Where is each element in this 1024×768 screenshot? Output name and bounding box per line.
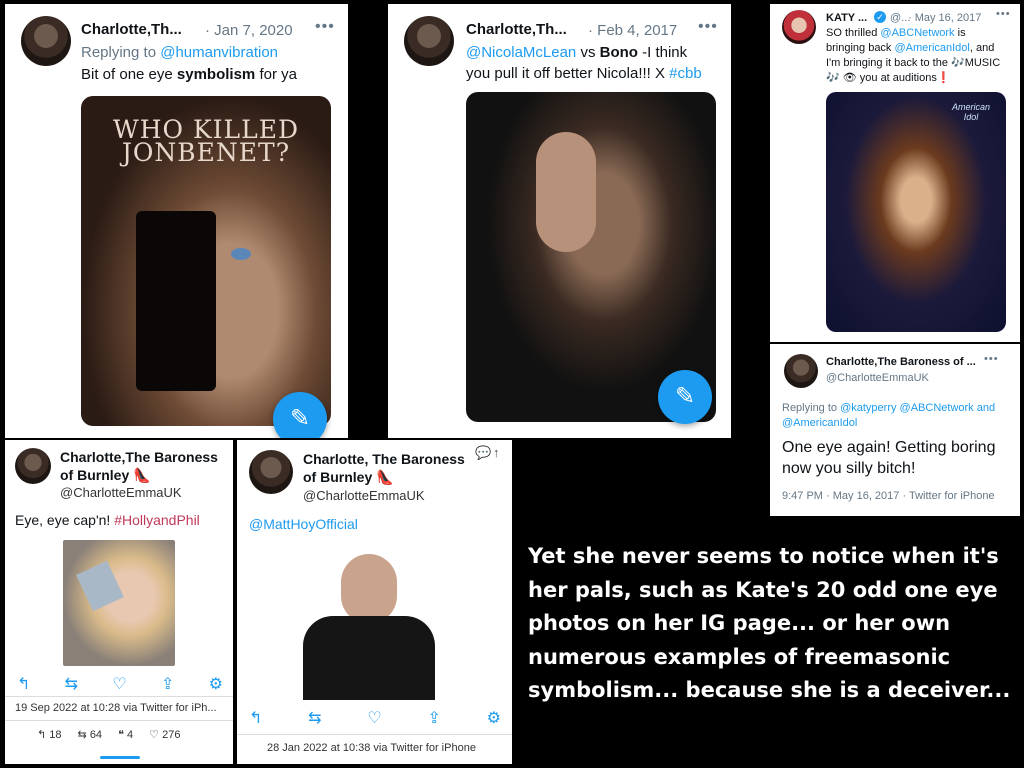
tweet-card-1[interactable]: Charlotte,Th... · Jan 7, 2020 ••• Replyi… [5,4,348,438]
retweet-icon[interactable]: ⇆ [65,674,78,694]
tweet-text: SO thrilled @ABCNetwork is bringing back… [826,27,1001,84]
more-icon[interactable]: ••• [698,18,718,36]
meta-divider [5,696,233,697]
tweet-card-6[interactable]: Charlotte, The Baroness of Burnley 👠 💬 ↑ … [237,440,512,764]
quotes-count[interactable]: ❝ 4 [118,728,133,741]
retweet-icon[interactable]: ⇆ [308,708,321,728]
stats-divider [5,720,233,721]
mention-link[interactable]: @NicolaMcLean [466,44,576,61]
eye [231,248,251,260]
caption-text: Yet she never seems to notice when it's … [528,544,1011,702]
scroll-indicator [100,756,140,759]
avatar[interactable] [249,450,293,494]
tweet-date: · Feb 4, 2017 [588,22,678,39]
tweet-meta: 28 Jan 2022 at 10:38 via Twitter for iPh… [267,742,476,754]
replying-to: Replying to @katyperry @ABCNetwork and @… [782,402,996,429]
like-icon[interactable]: ♡ [112,674,126,694]
avatar[interactable] [784,354,818,388]
tweet-text: @NicolaMcLean vs Bono -I think you pull … [466,44,702,82]
more-icon[interactable]: ••• [996,8,1011,20]
avatar[interactable] [21,16,71,66]
puzzle-face-area [136,211,216,391]
avatar[interactable] [15,448,51,484]
person-head [341,554,397,624]
compose-tweet-button[interactable]: ✎ [273,392,327,438]
author-name[interactable]: Charlotte,The Baroness of ... [826,356,976,368]
tweet-image[interactable]: WHO KILLED JONBENET? [81,96,331,426]
tweet-image[interactable] [63,540,175,666]
tweet-actions: ↰ ⇆ ♡ ⇪ ⚙ [17,674,223,694]
tweet-text: One eye again! Getting boring now you si… [782,439,996,477]
tweet-card-4[interactable]: Charlotte,The Baroness of ... @Charlotte… [770,344,1020,516]
settings-icon[interactable]: ⚙ [209,674,223,694]
meta-divider [237,734,512,735]
author-handle[interactable]: @CharlotteEmmaUK [60,485,182,500]
reply-handle-link[interactable]: @humanvibration [160,44,278,61]
up-arrow-icon[interactable]: ↑ [493,445,500,460]
replying-to: Replying to @humanvibration [81,44,279,61]
reply-handle-link[interactable]: @AmericanIdol [782,417,857,429]
tweet-card-2[interactable]: Charlotte,Th... · Feb 4, 2017 ••• @Nicol… [388,4,731,438]
author-name[interactable]: KATY ... [826,12,867,24]
avatar[interactable] [404,16,454,66]
compose-tweet-button[interactable]: ✎ [658,370,712,424]
tweet-image[interactable] [273,546,465,700]
share-icon[interactable]: ⇪ [161,674,174,694]
tweet-meta: 9:47 PM · May 16, 2017 · Twitter for iPh… [782,490,995,502]
settings-icon[interactable]: ⚙ [487,708,501,728]
tweet-date: · May 16, 2017 [908,12,982,24]
tweet-card-3[interactable]: KATY ... ✓ @... · May 16, 2017 ••• SO th… [770,4,1020,342]
verified-badge-icon: ✓ [874,11,886,23]
author-name[interactable]: Charlotte,Th... [466,21,567,38]
author-handle[interactable]: @CharlotteEmmaUK [826,372,929,384]
more-icon[interactable]: ••• [315,18,335,36]
replies-count[interactable]: ↰ 18 [37,728,62,741]
tweet-text: Eye, eye cap'n! #HollyandPhil [15,512,200,528]
reply-icon[interactable]: ↰ [17,674,30,694]
crystal-over-eye [76,560,124,612]
hashtag-link[interactable]: #cbb [669,65,702,82]
tweet-actions: ↰ ⇆ ♡ ⇪ ⚙ [249,708,501,728]
mention-link[interactable]: @AmericanIdol [895,42,970,54]
avatar[interactable] [782,10,816,44]
comment-icon[interactable]: 💬 [475,445,491,461]
hashtag-link[interactable]: #HollyandPhil [114,512,200,528]
tweet-stats: ↰ 18 ⇆ 64 ❝ 4 ♡ 276 [37,728,217,741]
likes-count[interactable]: ♡ 276 [149,728,180,741]
tweet-meta: 19 Sep 2022 at 10:28 via Twitter for iPh… [15,702,217,714]
person-body [303,616,435,700]
author-handle[interactable]: @CharlotteEmmaUK [303,488,425,503]
tweet-image[interactable]: American Idol [826,92,1006,332]
hand-over-eye [536,132,596,252]
author-name[interactable]: Charlotte,Th... [81,21,182,38]
more-icon[interactable]: ••• [984,353,999,365]
reply-icon[interactable]: ↰ [249,708,262,728]
share-icon[interactable]: ⇪ [427,708,440,728]
author-name[interactable]: Charlotte,The Baroness of Burnley 👠 [60,448,218,484]
retweets-count[interactable]: ⇆ 64 [78,728,103,741]
tweet-card-5[interactable]: Charlotte,The Baroness of Burnley 👠 @Char… [5,440,233,764]
poster-title: WHO KILLED JONBENET? [113,115,299,167]
reply-handles-link[interactable]: @katyperry @ABCNetwork and [840,402,995,414]
author-name[interactable]: Charlotte, The Baroness of Burnley 👠 [303,450,465,486]
tweet-text: Bit of one eye symbolism for ya [81,66,297,83]
mention-link[interactable]: @ABCNetwork [880,27,954,39]
american-idol-logo: American Idol [951,102,990,122]
tweet-date: · Jan 7, 2020 [205,22,293,39]
like-icon[interactable]: ♡ [367,708,381,728]
mention-link[interactable]: @MattHoyOfficial [249,514,358,535]
